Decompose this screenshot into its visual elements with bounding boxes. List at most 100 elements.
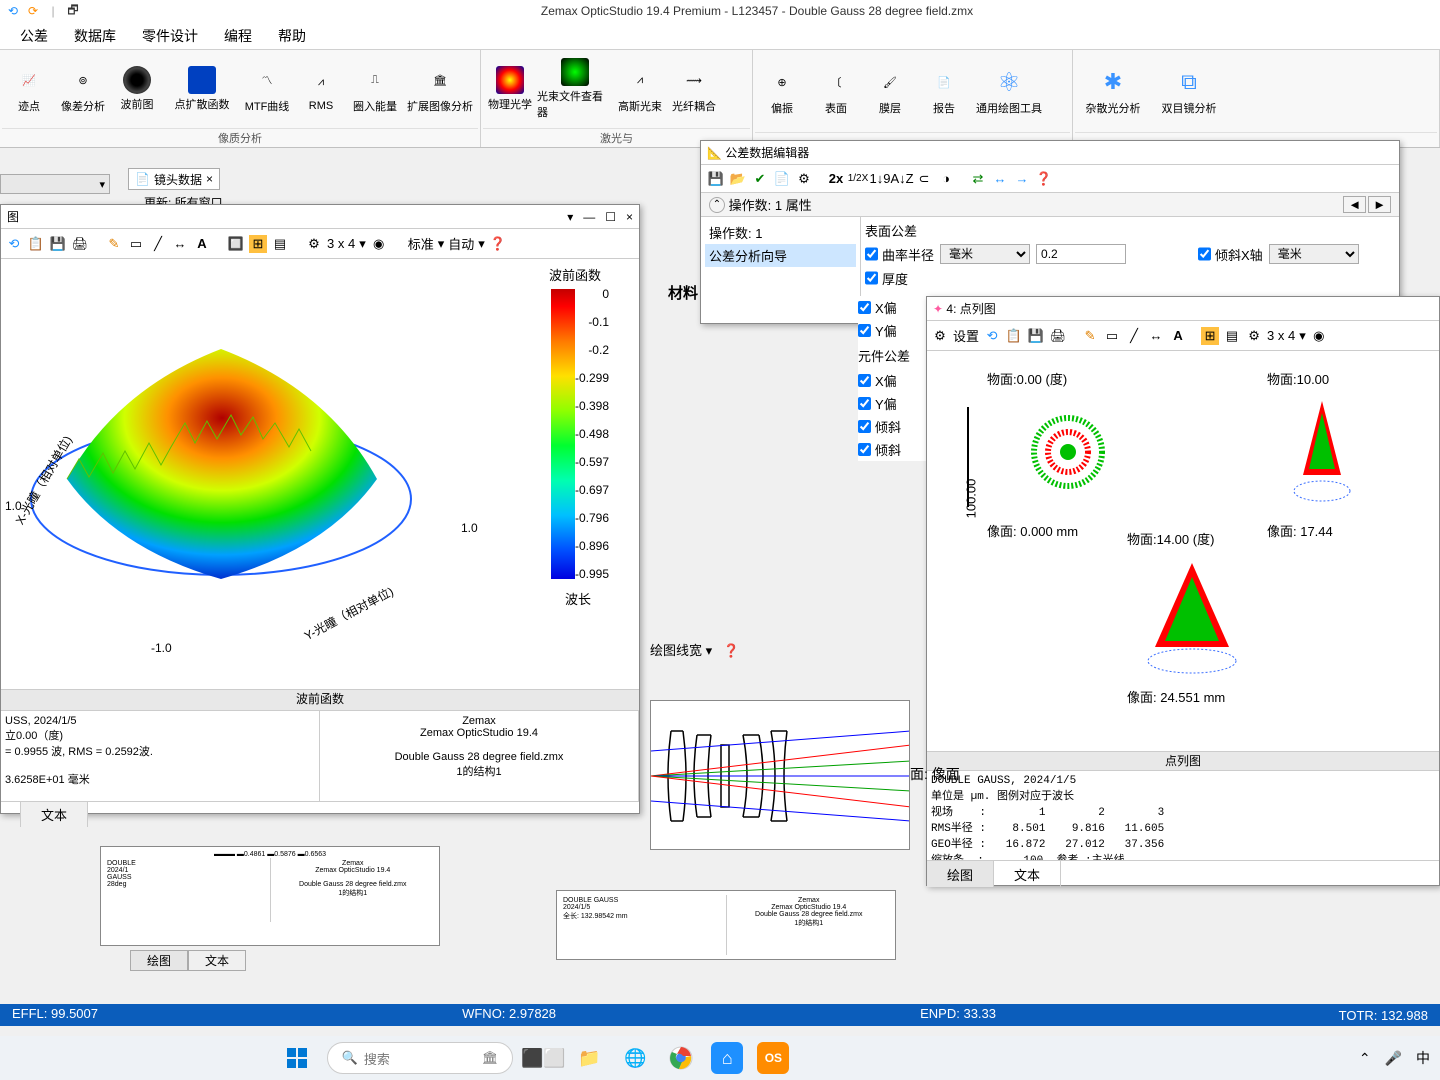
pencil-icon[interactable]: ✎ — [105, 235, 123, 253]
gear-icon[interactable]: ⚙ — [305, 235, 323, 253]
tray-ime-icon[interactable]: 中 — [1416, 1048, 1430, 1068]
nav-wizard[interactable]: 公差分析向导 — [705, 244, 856, 267]
unit-select[interactable]: 毫米 — [940, 244, 1030, 264]
taskbar-search[interactable]: 🔍 搜索 🏛 — [327, 1042, 514, 1074]
target-icon[interactable]: ◉ — [1310, 327, 1328, 345]
ribbon-ray-trace[interactable]: 📈迹点 — [2, 50, 56, 128]
tolerance-title-bar[interactable]: 📐 公差数据编辑器 — [701, 141, 1399, 165]
chevron-down-icon[interactable]: ▾ — [478, 236, 485, 252]
half-icon[interactable]: 1/2X — [849, 170, 867, 188]
arrow-icon[interactable]: ↔ — [1147, 327, 1165, 345]
print-icon[interactable]: 🖨 — [71, 235, 89, 253]
ck-radius[interactable]: 曲率半径 — [865, 244, 934, 264]
minimize-icon[interactable]: — — [583, 210, 595, 224]
chrome-icon[interactable] — [665, 1042, 697, 1074]
copy-icon[interactable]: 📋 — [1005, 327, 1023, 345]
grid-size[interactable]: 3 x 4 — [1267, 328, 1295, 343]
print-icon[interactable]: 🖨 — [1049, 327, 1067, 345]
ribbon-polarization[interactable]: ⊕偏振 — [755, 50, 809, 132]
save-icon[interactable]: 💾 — [707, 170, 725, 188]
chevron-down-icon[interactable]: ▾ — [359, 236, 366, 252]
gear-icon[interactable]: ⚙ — [795, 170, 813, 188]
ribbon-wavefront[interactable]: 波前图 — [110, 50, 164, 128]
ribbon-aberration[interactable]: ⊚像差分析 — [56, 50, 110, 128]
menu-programming[interactable]: 编程 — [224, 26, 252, 46]
menu-database[interactable]: 数据库 — [74, 26, 116, 46]
grid-icon[interactable]: ⊞ — [249, 235, 267, 253]
std-combo[interactable]: 标准 — [408, 234, 434, 253]
chevron-down-icon[interactable]: ▾ — [438, 236, 445, 252]
tab-plot[interactable]: 绘图 — [130, 950, 188, 971]
ribbon-gaussian[interactable]: ⩘高斯光束 — [613, 50, 667, 128]
save-icon[interactable]: 💾 — [49, 235, 67, 253]
spot-title-bar[interactable]: ✦ 4: 点列图 — [927, 297, 1439, 321]
ribbon-psf[interactable]: 点扩散函数 — [164, 50, 240, 128]
dropdown-icon[interactable]: ▾ — [567, 210, 573, 224]
ribbon-beam-file[interactable]: 光束文件查看器 — [537, 50, 613, 128]
check-icon[interactable]: ✔ — [751, 170, 769, 188]
tab-text[interactable]: 文本 — [994, 861, 1061, 887]
menu-tolerance[interactable]: 公差 — [20, 26, 48, 46]
start-button[interactable] — [281, 1042, 313, 1074]
ribbon-binocular[interactable]: ⧉双目镜分析 — [1151, 50, 1227, 132]
lens-data-tab[interactable]: 📄 镜头数据 × — [128, 168, 220, 190]
collapse-icon[interactable]: ⌃ — [709, 197, 725, 213]
copy-icon[interactable]: 📋 — [27, 235, 45, 253]
ribbon-rms[interactable]: ⩘RMS — [294, 50, 348, 128]
tab-text[interactable]: 文本 — [21, 802, 88, 827]
ribbon-mtf[interactable]: 〽MTF曲线 — [240, 50, 294, 128]
ribbon-fiber[interactable]: ⟿光纤耦合 — [667, 50, 721, 128]
menu-part-design[interactable]: 零件设计 — [142, 26, 198, 46]
settings-label[interactable]: 设置 — [953, 326, 979, 345]
refresh-icon[interactable]: ⟲ — [983, 327, 1001, 345]
maximize-icon[interactable]: ☐ — [605, 210, 616, 224]
ribbon-physical-optics[interactable]: 物理光学 — [483, 50, 537, 128]
help-icon[interactable]: ❓ — [1035, 170, 1053, 188]
target-icon[interactable]: ◉ — [370, 235, 388, 253]
open-icon[interactable]: 📂 — [729, 170, 747, 188]
zoom-icon[interactable]: 🔲 — [227, 235, 245, 253]
tray-chevron-icon[interactable]: ⌃ — [1359, 1050, 1371, 1067]
wavefront-title-bar[interactable]: 图 ▾ — ☐ × — [1, 205, 639, 229]
chevron-down-icon[interactable]: ▾ — [1299, 328, 1306, 344]
lens-layout-fragment[interactable] — [650, 700, 910, 850]
tab-text[interactable]: 文本 — [188, 950, 246, 971]
ribbon-coating[interactable]: 🖌膜层 — [863, 50, 917, 132]
taskview-icon[interactable]: ⬛⬜ — [527, 1042, 559, 1074]
help-icon[interactable]: ❓ — [489, 235, 507, 253]
ribbon-extended-image[interactable]: 🏛扩展图像分析 — [402, 50, 478, 128]
prev-icon[interactable]: ◄ — [1343, 196, 1366, 213]
doc-icon[interactable]: 📄 — [773, 170, 791, 188]
swap-icon[interactable]: ⇄ — [969, 170, 987, 188]
edge-icon[interactable]: 🌐 — [619, 1042, 651, 1074]
ribbon-encircled[interactable]: ⎍圈入能量 — [348, 50, 402, 128]
mini-preview-mid[interactable]: DOUBLE GAUSS2024/1/5全长: 132.98542 mm Zem… — [556, 890, 896, 960]
right-icon[interactable]: → — [1013, 170, 1031, 188]
link-icon[interactable]: ⊂ — [915, 170, 933, 188]
2x-icon[interactable]: 2x — [827, 170, 845, 188]
toggle-icon[interactable]: ◑ — [937, 170, 955, 188]
app-blue-icon[interactable]: ⌂ — [711, 1042, 743, 1074]
auto-combo[interactable]: 自动 — [448, 234, 474, 253]
text-icon[interactable]: A — [1169, 327, 1187, 345]
close-icon[interactable]: × — [626, 210, 633, 224]
unit2-select[interactable]: 毫米 — [1269, 244, 1359, 264]
arrow-icon[interactable]: ↔ — [171, 235, 189, 253]
ck-thickness[interactable]: 厚度 — [865, 268, 908, 288]
refresh-icon[interactable]: ⟲ — [6, 4, 20, 18]
gear-icon[interactable]: ⚙ — [931, 327, 949, 345]
next-icon[interactable]: ► — [1368, 196, 1391, 213]
wavefront-plot[interactable]: 波前函数 0 -0.1 -0.2 -0.299 -0.398 -0.498 -0… — [1, 259, 639, 689]
ribbon-report[interactable]: 📄报告 — [917, 50, 971, 132]
line-icon[interactable]: ╱ — [149, 235, 167, 253]
menu-help[interactable]: 帮助 — [278, 26, 306, 46]
tab-plot[interactable]: 绘图 — [927, 861, 994, 887]
ribbon-universal-plot[interactable]: ⚛通用绘图工具 — [971, 50, 1047, 132]
gear2-icon[interactable]: ⚙ — [1245, 327, 1263, 345]
arrows-icon[interactable]: ↔ — [991, 170, 1009, 188]
tray-mic-icon[interactable]: 🎤 — [1385, 1050, 1402, 1067]
close-icon[interactable]: × — [206, 172, 213, 186]
ribbon-surface[interactable]: 〔表面 — [809, 50, 863, 132]
refresh-icon[interactable]: ⟲ — [5, 235, 23, 253]
spot-plot-area[interactable]: 物面:0.00 (度) 物面:10.00 像面: 0.000 mm 物面:14.… — [927, 351, 1439, 751]
